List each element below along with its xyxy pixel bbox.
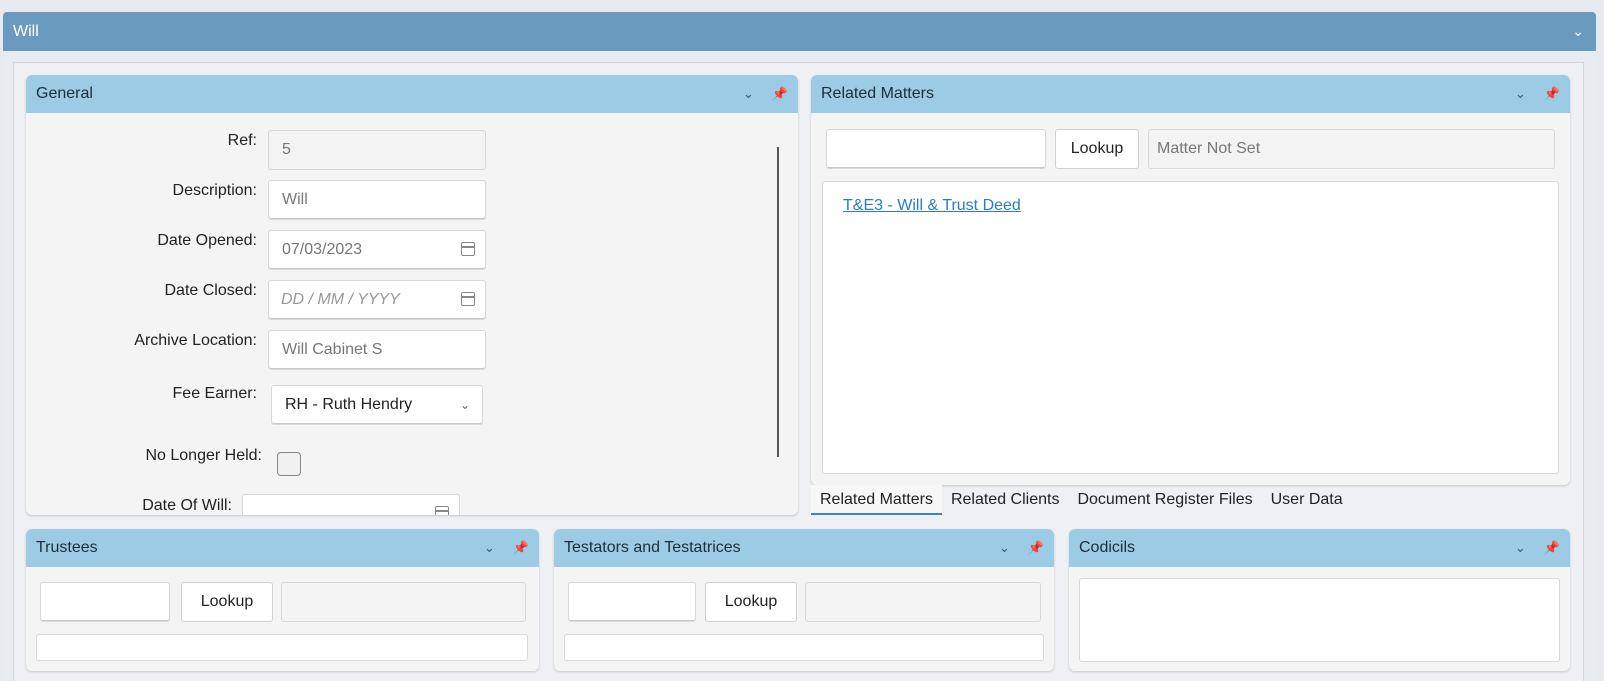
pin-icon[interactable]: 📌 bbox=[1544, 529, 1560, 567]
ref-label: Ref: bbox=[227, 132, 257, 149]
testator-lookup-button[interactable]: Lookup bbox=[705, 582, 797, 622]
related-matters-list: T&E3 - Will & Trust Deed bbox=[822, 181, 1559, 474]
tab-document-register-files[interactable]: Document Register Files bbox=[1068, 485, 1261, 515]
will-title: Will bbox=[13, 23, 39, 40]
chevron-down-icon: ⌄ bbox=[459, 398, 470, 412]
related-matters-panel-header[interactable]: Related Matters ⌄ 📌 bbox=[811, 75, 1570, 113]
chevron-down-icon[interactable]: ⌄ bbox=[1572, 12, 1584, 51]
related-matter-lookup-button[interactable]: Lookup bbox=[1055, 129, 1139, 169]
chevron-down-icon[interactable]: ⌄ bbox=[1515, 75, 1526, 113]
related-matter-input[interactable] bbox=[826, 129, 1046, 169]
date-opened-field[interactable]: 07/03/2023 bbox=[268, 230, 486, 270]
pin-icon[interactable]: 📌 bbox=[1028, 529, 1044, 567]
chevron-down-icon[interactable]: ⌄ bbox=[1515, 529, 1526, 567]
date-opened-value: 07/03/2023 bbox=[282, 241, 363, 258]
matter-status-field: Matter Not Set bbox=[1148, 129, 1555, 169]
calendar-icon[interactable] bbox=[461, 292, 475, 306]
date-closed-label: Date Closed: bbox=[164, 282, 258, 299]
date-opened-label: Date Opened: bbox=[157, 232, 257, 249]
testators-panel-header[interactable]: Testators and Testatrices ⌄ 📌 bbox=[554, 529, 1054, 567]
ref-field[interactable]: 5 bbox=[268, 130, 486, 170]
related-matters-panel: Related Matters ⌄ 📌 Lookup Matter Not Se… bbox=[811, 75, 1570, 485]
trustees-title: Trustees bbox=[36, 539, 98, 556]
calendar-icon[interactable] bbox=[461, 242, 475, 256]
trustees-list bbox=[36, 634, 528, 661]
trustees-panel: Trustees ⌄ 📌 Lookup bbox=[26, 529, 539, 671]
codicils-list bbox=[1079, 578, 1560, 662]
related-matter-link[interactable]: T&E3 - Will & Trust Deed bbox=[843, 197, 1021, 214]
trustee-input[interactable] bbox=[40, 582, 170, 622]
no-longer-held-label: No Longer Held: bbox=[145, 447, 262, 464]
fee-earner-label: Fee Earner: bbox=[172, 385, 257, 402]
tab-related-clients[interactable]: Related Clients bbox=[942, 485, 1069, 515]
date-closed-placeholder: DD / MM / YYYY bbox=[281, 291, 400, 308]
testator-name-field bbox=[805, 582, 1041, 622]
related-matters-title: Related Matters bbox=[821, 85, 934, 102]
archive-location-field[interactable]: Will Cabinet S bbox=[268, 330, 486, 370]
general-title: General bbox=[36, 85, 93, 102]
description-field[interactable]: Will bbox=[268, 180, 486, 220]
general-panel-header[interactable]: General ⌄ 📌 bbox=[26, 75, 798, 113]
pin-icon[interactable]: 📌 bbox=[1544, 75, 1560, 113]
date-of-will-label: Date Of Will: bbox=[142, 497, 232, 514]
calendar-icon[interactable] bbox=[435, 506, 449, 515]
tab-related-matters[interactable]: Related Matters bbox=[811, 485, 942, 515]
testators-title: Testators and Testatrices bbox=[564, 539, 741, 556]
trustees-panel-header[interactable]: Trustees ⌄ 📌 bbox=[26, 529, 539, 567]
testators-list bbox=[564, 634, 1044, 661]
chevron-down-icon[interactable]: ⌄ bbox=[743, 75, 754, 113]
trustee-name-field bbox=[281, 582, 526, 622]
fee-earner-value: RH - Ruth Hendry bbox=[285, 396, 413, 413]
date-of-will-field[interactable] bbox=[242, 494, 460, 515]
chevron-down-icon[interactable]: ⌄ bbox=[999, 529, 1010, 567]
tab-user-data[interactable]: User Data bbox=[1262, 485, 1352, 515]
codicils-title: Codicils bbox=[1079, 539, 1136, 556]
trustee-lookup-button[interactable]: Lookup bbox=[181, 582, 273, 622]
no-longer-held-checkbox[interactable] bbox=[277, 452, 301, 476]
related-matters-tabs: Related Matters Related Clients Document… bbox=[811, 485, 1352, 515]
codicils-panel: Codicils ⌄ 📌 bbox=[1069, 529, 1570, 671]
fee-earner-select[interactable]: RH - Ruth Hendry ⌄ bbox=[271, 385, 483, 425]
testators-panel: Testators and Testatrices ⌄ 📌 Lookup bbox=[554, 529, 1054, 671]
pin-icon[interactable]: 📌 bbox=[772, 75, 788, 113]
chevron-down-icon[interactable]: ⌄ bbox=[484, 529, 495, 567]
will-header[interactable]: Will ⌄ bbox=[3, 12, 1596, 51]
description-label: Description: bbox=[172, 182, 257, 199]
general-panel: General ⌄ 📌 Ref: 5 Description: Will Dat… bbox=[26, 75, 798, 515]
general-scrollbar[interactable] bbox=[777, 147, 779, 457]
codicils-panel-header[interactable]: Codicils ⌄ 📌 bbox=[1069, 529, 1570, 567]
date-closed-field[interactable]: DD / MM / YYYY bbox=[268, 280, 486, 320]
pin-icon[interactable]: 📌 bbox=[513, 529, 529, 567]
testator-input[interactable] bbox=[568, 582, 696, 622]
archive-location-label: Archive Location: bbox=[134, 332, 257, 349]
